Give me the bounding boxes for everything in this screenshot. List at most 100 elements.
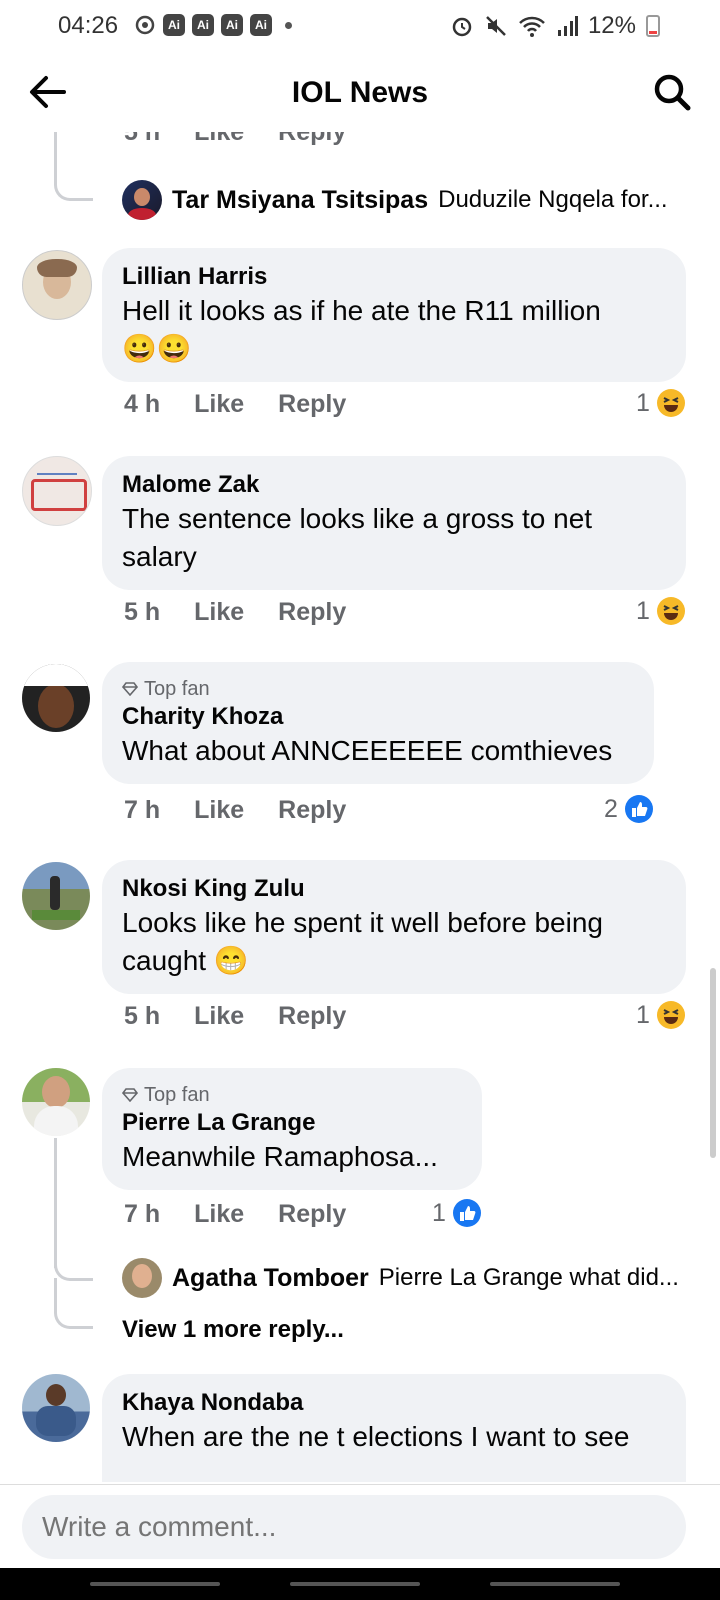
alarm-icon bbox=[452, 17, 472, 37]
app-header: IOL News bbox=[0, 52, 720, 132]
diamond-icon bbox=[122, 1088, 138, 1102]
like-button[interactable]: Like bbox=[194, 1200, 244, 1229]
comment-author[interactable]: Lillian Harris bbox=[122, 262, 666, 292]
mute-icon bbox=[486, 16, 506, 36]
haha-reaction-icon bbox=[656, 597, 685, 625]
system-navigation-bar bbox=[0, 1568, 720, 1600]
diamond-icon bbox=[122, 682, 138, 696]
comment-text: When are the ne t elections I want to se… bbox=[122, 1421, 630, 1452]
search-icon[interactable] bbox=[652, 72, 692, 112]
avatar[interactable] bbox=[22, 250, 92, 320]
comments-feed[interactable]: 5 h Like Reply Tar Msiyana Tsitsipas Dud… bbox=[0, 132, 720, 1482]
reply-button[interactable]: Reply bbox=[278, 1002, 346, 1031]
avatar[interactable] bbox=[22, 1374, 90, 1442]
comment-time: 4 h bbox=[124, 390, 161, 418]
comment-bubble[interactable]: Nkosi King Zulu Looks like he spent it w… bbox=[102, 860, 686, 994]
like-reaction-icon bbox=[452, 1199, 481, 1227]
comment-text: Hell it looks as if he ate the R11 milli… bbox=[122, 295, 601, 364]
comment-author[interactable]: Khaya Nondaba bbox=[122, 1388, 666, 1418]
comment-bubble[interactable]: Top fan Charity Khoza What about ANNCEEE… bbox=[102, 662, 654, 784]
reply-connector bbox=[54, 1238, 93, 1281]
reaction-summary[interactable]: 1 bbox=[432, 1198, 482, 1228]
ai-badge-icon: Ai bbox=[163, 14, 185, 36]
reply-author[interactable]: Tar Msiyana Tsitsipas bbox=[172, 186, 428, 215]
comment-composer bbox=[0, 1484, 720, 1569]
avatar[interactable] bbox=[22, 456, 92, 526]
reaction-summary[interactable]: 2 bbox=[604, 794, 654, 824]
thread-line bbox=[54, 132, 57, 142]
like-button[interactable]: Like bbox=[194, 132, 244, 147]
comment-time: 7 h bbox=[124, 796, 161, 824]
comment-bubble[interactable]: Malome Zak The sentence looks like a gro… bbox=[102, 456, 686, 590]
reply-connector bbox=[54, 1278, 93, 1329]
comment-input[interactable] bbox=[22, 1495, 686, 1559]
comment-author[interactable]: Charity Khoza bbox=[122, 702, 634, 732]
ai-badge-icon: Ai bbox=[192, 14, 214, 36]
signal-icon bbox=[557, 16, 578, 36]
reply-button[interactable]: Reply bbox=[278, 390, 346, 419]
comment-time: 5 h bbox=[124, 1002, 161, 1030]
reaction-count: 1 bbox=[636, 388, 650, 417]
comment-bubble[interactable]: Top fan Pierre La Grange Meanwhile Ramap… bbox=[102, 1068, 482, 1190]
page-title: IOL News bbox=[291, 76, 429, 109]
reaction-count: 2 bbox=[604, 794, 618, 823]
like-button[interactable]: Like bbox=[194, 796, 244, 825]
reply-button[interactable]: Reply bbox=[278, 132, 346, 147]
comment-actions: 4 h Like Reply bbox=[124, 390, 346, 419]
comment-text: Looks like he spent it well before being… bbox=[122, 907, 603, 976]
haha-reaction-icon bbox=[656, 1001, 685, 1029]
smile-emoji: 😀😀 bbox=[122, 333, 192, 364]
battery-icon bbox=[646, 15, 660, 37]
avatar[interactable] bbox=[22, 664, 90, 732]
ai-badge-icon: Ai bbox=[221, 14, 243, 36]
reaction-summary[interactable]: 1 bbox=[636, 1000, 686, 1030]
reply-author[interactable]: Agatha Tomboer bbox=[172, 1264, 369, 1293]
home-button[interactable] bbox=[290, 1582, 420, 1586]
haha-reaction-icon bbox=[656, 389, 685, 417]
top-fan-badge: Top fan bbox=[122, 1082, 462, 1108]
time-partial: 5 h bbox=[124, 132, 161, 146]
comment-author[interactable]: Malome Zak bbox=[122, 470, 666, 500]
like-button[interactable]: Like bbox=[194, 598, 244, 627]
recents-button[interactable] bbox=[90, 1582, 220, 1586]
reply-preview[interactable]: Tar Msiyana Tsitsipas Duduzile Ngqela fo… bbox=[122, 180, 668, 220]
avatar[interactable] bbox=[122, 180, 162, 220]
reply-button[interactable]: Reply bbox=[278, 1200, 346, 1229]
system-icons: 12% bbox=[450, 12, 660, 40]
comment-text: What about ANNCEEEEEE comthieves bbox=[122, 735, 613, 766]
comment-actions-partial: 5 h Like Reply bbox=[124, 132, 346, 147]
comment-author[interactable]: Nkosi King Zulu bbox=[122, 874, 666, 904]
comment-actions: 7 h Like Reply bbox=[124, 1200, 346, 1229]
like-reaction-icon bbox=[624, 795, 653, 823]
view-more-replies-link[interactable]: View 1 more reply... bbox=[122, 1316, 344, 1344]
avatar[interactable] bbox=[122, 1258, 162, 1298]
reply-button[interactable]: Reply bbox=[278, 796, 346, 825]
comment-time: 5 h bbox=[124, 598, 161, 626]
reaction-count: 1 bbox=[432, 1198, 446, 1227]
avatar[interactable] bbox=[22, 862, 90, 930]
reply-button[interactable]: Reply bbox=[278, 598, 346, 627]
like-button[interactable]: Like bbox=[194, 1002, 244, 1031]
comment-author[interactable]: Pierre La Grange bbox=[122, 1108, 462, 1138]
like-button[interactable]: Like bbox=[194, 390, 244, 419]
reaction-summary[interactable]: 1 bbox=[636, 596, 686, 626]
reply-connector bbox=[54, 142, 93, 201]
reply-preview[interactable]: Agatha Tomboer Pierre La Grange what did… bbox=[122, 1258, 679, 1298]
scrollbar[interactable] bbox=[710, 968, 716, 1158]
battery-percent: 12% bbox=[587, 12, 636, 39]
comment-bubble[interactable]: Khaya Nondaba When are the ne t election… bbox=[102, 1374, 686, 1482]
comment-bubble[interactable]: Lillian Harris Hell it looks as if he at… bbox=[102, 248, 686, 382]
comment-actions: 5 h Like Reply bbox=[124, 1002, 346, 1031]
reaction-count: 1 bbox=[636, 1000, 650, 1029]
comment-text: The sentence looks like a gross to net s… bbox=[122, 503, 593, 572]
more-notifications-dot bbox=[285, 21, 292, 29]
avatar[interactable] bbox=[22, 1068, 90, 1136]
comment-time: 7 h bbox=[124, 1200, 161, 1228]
wifi-icon bbox=[519, 16, 545, 37]
sync-icon bbox=[135, 15, 155, 35]
grin-emoji: 😁 bbox=[213, 945, 249, 976]
comment-actions: 5 h Like Reply bbox=[124, 598, 346, 627]
reaction-summary[interactable]: 1 bbox=[636, 388, 686, 418]
reply-snippet: Pierre La Grange what did... bbox=[378, 1264, 679, 1291]
back-button[interactable] bbox=[490, 1582, 620, 1586]
